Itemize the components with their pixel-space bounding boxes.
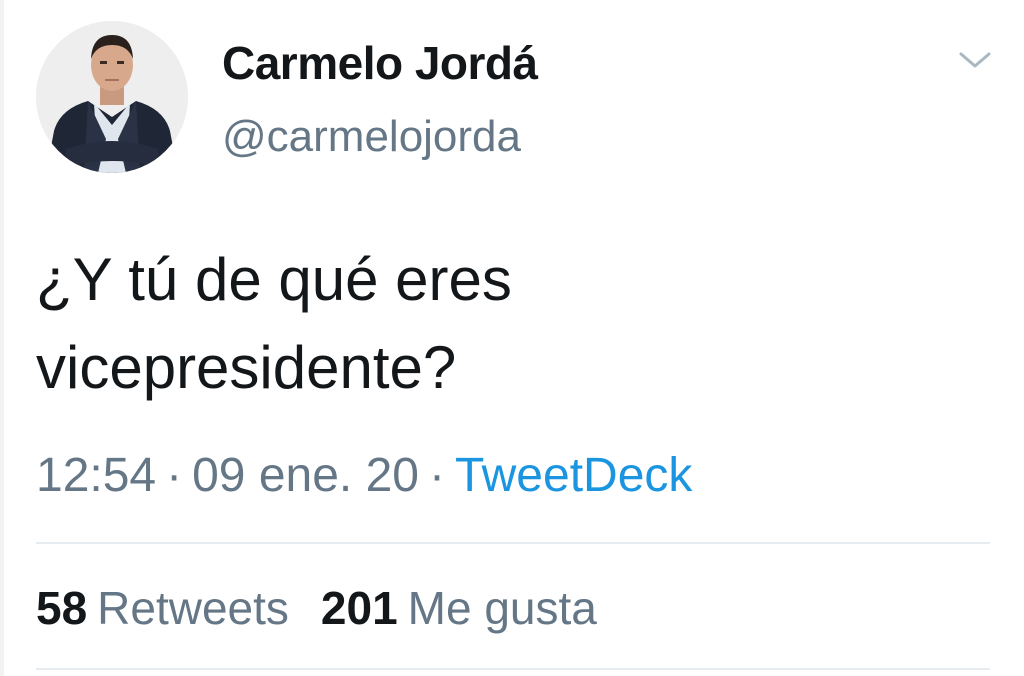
tweet-text: ¿Y tú de qué eres vicepresidente? [36, 236, 976, 412]
meta-separator: · [166, 449, 183, 502]
retweet-count: 58 [36, 582, 88, 634]
chevron-down-icon[interactable] [954, 44, 996, 76]
like-count: 201 [320, 582, 398, 634]
divider [36, 542, 990, 544]
tweet-text-line: ¿Y tú de qué eres [36, 246, 512, 313]
like-label: Me gusta [407, 582, 597, 634]
tweet-date[interactable]: 09 ene. 20 [192, 449, 419, 502]
avatar[interactable] [36, 21, 188, 173]
divider [36, 668, 990, 670]
meta-separator: · [428, 449, 445, 502]
retweet-label: Retweets [97, 582, 289, 634]
avatar-photo [36, 21, 188, 173]
tweet-card: Carmelo Jordá @carmelojorda ¿Y tú de qué… [0, 0, 1024, 676]
tweet-source-link[interactable]: TweetDeck [455, 449, 692, 502]
likes-stat[interactable]: 201 Me gusta [321, 582, 597, 634]
author-handle[interactable]: @carmelojorda [222, 108, 521, 166]
tweet-meta: 12:54 · 09 ene. 20 · TweetDeck [36, 446, 692, 506]
retweets-stat[interactable]: 58 Retweets [36, 582, 289, 634]
tweet-text-line: vicepresidente? [36, 334, 457, 401]
tweet-stats: 58 Retweets 201 Me gusta [36, 578, 629, 638]
author-name[interactable]: Carmelo Jordá [222, 34, 538, 92]
tweet-time[interactable]: 12:54 [36, 449, 156, 502]
left-edge [0, 0, 4, 676]
